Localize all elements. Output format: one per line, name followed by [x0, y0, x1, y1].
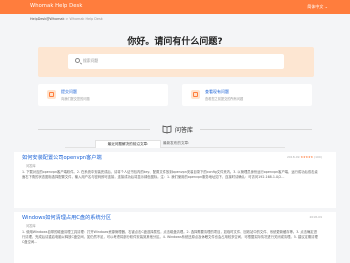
- section-title: 问答库: [175, 127, 194, 134]
- search-banner: 搜索问题: [38, 47, 314, 77]
- article-rating: 2018-09 ★★★★★ (100): [287, 155, 322, 159]
- tab-popular[interactable]: 最近问题解决的前沿文章:: [95, 140, 161, 148]
- card-description: 向我们提交您的问题: [61, 97, 90, 101]
- article-author: 问答库: [26, 164, 36, 168]
- rating-votes: (100): [313, 155, 322, 159]
- search-input[interactable]: 搜索问题: [68, 54, 284, 69]
- ticket-icon: [47, 90, 56, 99]
- search-icon: [75, 58, 80, 63]
- article-title[interactable]: Windows如何清理占用C盘的系统分区: [22, 214, 111, 221]
- article-excerpt: 1. 下载对应的openvpn客户端软件。2. 在系统中安装完成后，请将个人证书…: [22, 170, 318, 179]
- rating-stars: ★★★★★: [300, 155, 314, 159]
- article-tabs: 最近问题解决的前沿文章: 最新发布的文章:: [65, 139, 285, 148]
- book-icon: [162, 125, 172, 134]
- article-rating: 2018-09: [309, 215, 322, 219]
- article-date: 2018-09: [286, 155, 300, 159]
- submit-ticket-card[interactable]: 提交问题 向我们提交您的问题: [38, 84, 168, 106]
- breadcrumb-current: Whomak Help Desk: [69, 17, 103, 21]
- view-tickets-card[interactable]: 查看现有问题 查看您之前提交的所有问题: [182, 84, 312, 106]
- top-header: Whomak Help Desk 简体中文 ⌄: [0, 0, 350, 14]
- tab-latest[interactable]: 最新发布的文章:: [163, 140, 189, 147]
- article-title[interactable]: 如何安装配置公司openvpn客户端: [22, 154, 102, 161]
- card-title: 查看现有问题: [205, 89, 229, 94]
- breadcrumb-home[interactable]: HelpDesk@Whomak: [30, 17, 64, 21]
- breadcrumb: HelpDesk@Whomak > Whomak Help Desk: [30, 17, 103, 21]
- article-item: Windows如何清理占用C盘的系统分区 问答库 2018-09 1. 使用Wi…: [14, 212, 336, 263]
- article-item: 如何安装配置公司openvpn客户端 问答库 2018-09 ★★★★★ (10…: [14, 152, 336, 208]
- logo[interactable]: Whomak Help Desk: [30, 3, 82, 9]
- article-date: 2018-09: [309, 215, 322, 219]
- article-author: 问答库: [26, 224, 36, 228]
- card-description: 查看您之前提交的所有问题: [205, 97, 244, 101]
- section-divider-left: [38, 129, 150, 130]
- card-title: 提交问题: [61, 89, 77, 94]
- section-divider-right: [200, 129, 312, 130]
- page-title: 你好。请问有什么问题?: [127, 37, 223, 47]
- search-placeholder: 搜索问题: [83, 58, 99, 63]
- language-selector[interactable]: 简体中文 ⌄: [307, 4, 328, 10]
- list-icon: [191, 90, 200, 99]
- article-excerpt: 1. 使用Windows自带的磁盘清理工具清理：打开Windows资源管理器，右…: [22, 230, 318, 244]
